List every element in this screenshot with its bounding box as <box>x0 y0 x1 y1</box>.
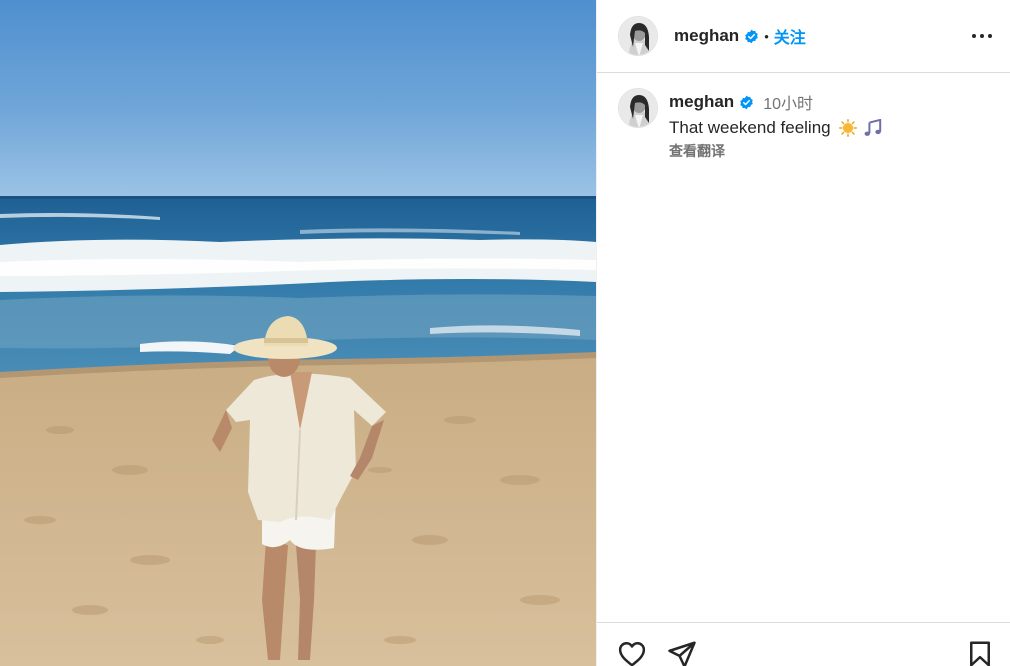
caption-body: meghan 10小时 That weekend feeling 查看翻译 <box>669 88 883 161</box>
post-username[interactable]: meghan <box>674 26 739 46</box>
action-bar <box>597 622 1010 666</box>
post-header: meghan • 关注 <box>597 0 1010 73</box>
caption-avatar[interactable] <box>618 88 658 128</box>
avatar[interactable] <box>618 16 658 56</box>
separator-dot: • <box>764 28 769 44</box>
post-photo[interactable] <box>0 0 596 666</box>
post-details-panel: meghan • 关注 meghan 10小时 That weekend fee… <box>596 0 1010 666</box>
caption-avatar-image <box>619 89 657 127</box>
post-timestamp[interactable]: 10小时 <box>763 90 813 114</box>
caption-username[interactable]: meghan <box>669 92 734 112</box>
beach-photo <box>0 0 596 666</box>
verified-badge-icon <box>745 29 758 43</box>
verified-badge-icon <box>740 95 753 109</box>
caption-text-row: That weekend feeling <box>669 118 883 138</box>
caption-text: That weekend feeling <box>669 118 831 137</box>
more-options-icon[interactable] <box>969 24 995 48</box>
bookmark-icon[interactable] <box>965 639 995 666</box>
sun-emoji-icon <box>838 119 857 137</box>
music-notes-emoji-icon <box>864 119 881 136</box>
caption: meghan 10小时 That weekend feeling 查看翻译 <box>618 88 883 161</box>
follow-button[interactable]: 关注 <box>774 24 806 48</box>
see-translation-link[interactable]: 查看翻译 <box>669 141 883 161</box>
avatar-image <box>619 17 657 55</box>
send-icon[interactable] <box>667 639 697 666</box>
heart-icon[interactable] <box>617 639 647 666</box>
caption-header: meghan 10小时 <box>669 90 883 114</box>
